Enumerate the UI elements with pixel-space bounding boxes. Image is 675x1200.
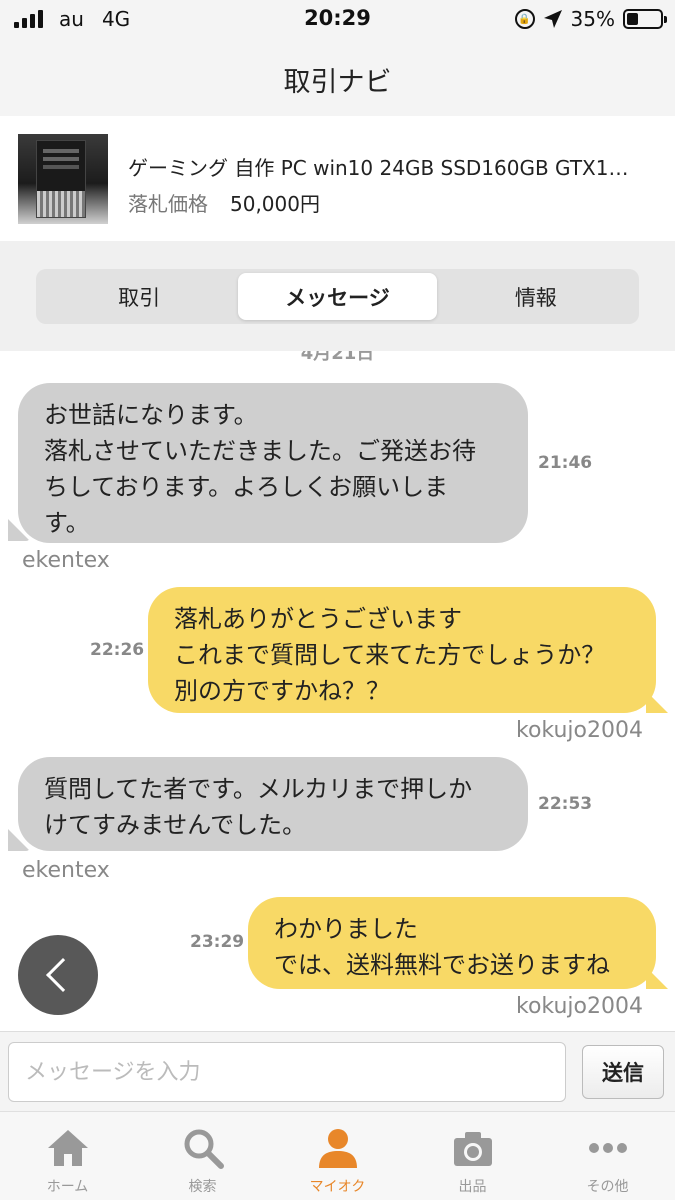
tabbar-item-myauc[interactable]: マイオク bbox=[270, 1112, 405, 1200]
more-icon bbox=[588, 1143, 627, 1153]
page-title: 取引ナビ bbox=[283, 67, 392, 98]
price-label: 落札価格 bbox=[128, 192, 208, 216]
message-time: 22:26 bbox=[90, 640, 145, 660]
tab-message[interactable]: メッセージ bbox=[238, 273, 437, 320]
search-icon bbox=[184, 1129, 224, 1169]
bubble-tail bbox=[646, 967, 668, 989]
location-icon bbox=[543, 10, 562, 28]
home-icon bbox=[47, 1130, 88, 1166]
item-thumbnail[interactable] bbox=[18, 134, 108, 224]
tabbar-item-sell[interactable]: 出品 bbox=[405, 1112, 540, 1200]
battery-percent: 35% bbox=[570, 7, 615, 31]
back-button[interactable] bbox=[18, 935, 98, 1015]
message-input-bar: 送信 bbox=[0, 1031, 675, 1111]
tab-info[interactable]: 情報 bbox=[437, 273, 635, 320]
message-time: 23:29 bbox=[190, 932, 245, 952]
message-sender: kokujo2004 bbox=[516, 718, 643, 743]
tabbar-item-search[interactable]: 検索 bbox=[135, 1112, 270, 1200]
send-button[interactable]: 送信 bbox=[582, 1045, 664, 1099]
segmented-tabs: 取引 メッセージ 情報 bbox=[36, 269, 639, 324]
tabs-area: 取引 メッセージ 情報 bbox=[0, 241, 675, 351]
person-icon bbox=[318, 1129, 357, 1168]
tabbar-item-home[interactable]: ホーム bbox=[0, 1112, 135, 1200]
pc-tower-image bbox=[36, 140, 86, 218]
status-bar: au 4G 20:29 🔒 35% bbox=[0, 0, 675, 40]
message-input[interactable] bbox=[8, 1042, 566, 1102]
message-sender: ekentex bbox=[22, 548, 110, 573]
rotation-lock-icon: 🔒 bbox=[514, 9, 535, 29]
message-sender: ekentex bbox=[22, 858, 110, 883]
tabbar-label: その他 bbox=[586, 1179, 629, 1195]
item-summary[interactable]: ゲーミング 自作 PC win10 24GB SSD160GB GTX1… 落札… bbox=[0, 116, 675, 241]
chat-area[interactable]: 4月21日 お世話になります。 落札させていただきました。ご発送お待 ちしており… bbox=[0, 351, 675, 1031]
camera-icon bbox=[453, 1132, 492, 1166]
status-right: 🔒 35% bbox=[514, 7, 667, 31]
tabbar-item-more[interactable]: その他 bbox=[540, 1112, 675, 1200]
battery-icon bbox=[623, 9, 667, 29]
message-bubble-incoming: お世話になります。 落札させていただきました。ご発送お待 ちしております。よろし… bbox=[18, 383, 528, 543]
bottom-tab-bar: ホーム 検索 マイオク 出品 その他 bbox=[0, 1111, 675, 1200]
tabbar-label: マイオク bbox=[309, 1179, 366, 1195]
message-bubble-outgoing: 落札ありがとうございます これまで質問して来てた方でしょうか？ 別の方ですかね？… bbox=[148, 587, 656, 713]
tab-torihiki[interactable]: 取引 bbox=[40, 273, 238, 320]
nav-header: 取引ナビ bbox=[0, 40, 675, 116]
message-time: 21:46 bbox=[538, 453, 593, 473]
chevron-left-icon bbox=[46, 958, 80, 992]
message-bubble-outgoing: わかりました では、送料無料でお送りますね bbox=[248, 897, 656, 989]
tabbar-label: 出品 bbox=[458, 1179, 487, 1195]
bubble-tail bbox=[646, 691, 668, 713]
date-separator: 4月21日 bbox=[300, 351, 375, 364]
price-value: 50,000円 bbox=[230, 192, 320, 216]
battery-fill bbox=[627, 13, 639, 25]
message-bubble-incoming: 質問してた者です。メルカリまで押しか けてすみませんでした。 bbox=[18, 757, 528, 851]
tabbar-label: 検索 bbox=[188, 1179, 217, 1195]
item-title[interactable]: ゲーミング 自作 PC win10 24GB SSD160GB GTX1… bbox=[128, 152, 648, 181]
message-time: 22:53 bbox=[538, 794, 593, 814]
tabbar-label: ホーム bbox=[46, 1179, 89, 1195]
message-sender: kokujo2004 bbox=[516, 994, 643, 1019]
price-row: 落札価格 50,000円 bbox=[128, 188, 320, 217]
